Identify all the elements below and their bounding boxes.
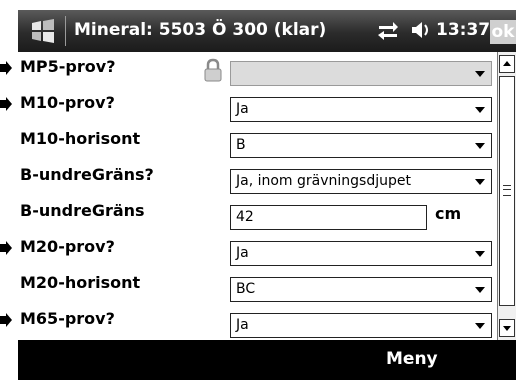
scroll-grip-icon [503,185,511,196]
field-label: M65-prov? [20,309,115,328]
title-bar: Mineral: 5503 Ö 300 (klar) 13:37 ok [18,10,516,52]
sync-icon[interactable] [376,19,400,41]
required-arrow-icon [0,61,12,75]
dropdown-arrow-icon[interactable] [475,143,485,149]
select-value: Ja, inom grävningsdjupet [236,173,411,189]
clock[interactable]: 13:37 [436,20,490,40]
dropdown-arrow-icon[interactable] [475,107,485,113]
select-field[interactable]: Ja [230,97,492,122]
form-row: M20-horisont BC [0,268,497,304]
select-value: Ja [236,245,249,261]
form-row: B-undreGräns? Ja, inom grävningsdjupet [0,160,497,196]
form-row: M10-prov? Ja [0,88,497,124]
title-divider [65,16,66,46]
required-arrow-icon [0,97,12,111]
field-label: B-undreGräns [20,201,145,220]
field-label: MP5-prov? [20,57,116,76]
dropdown-arrow-icon[interactable] [475,179,485,185]
field-label: M10-horisont [20,129,141,148]
select-field[interactable]: BC [230,277,492,302]
select-value: Ja [236,101,249,117]
ok-button[interactable]: ok [490,20,516,44]
form-row: M20-prov? Ja [0,232,497,268]
select-field[interactable]: Ja, inom grävningsdjupet [230,169,492,194]
form-row: B-undreGräns 42 cm [0,196,497,232]
status-area: 13:37 [376,19,490,41]
scroll-thumb[interactable] [499,76,515,306]
window-title: Mineral: 5503 Ö 300 (klar) [74,20,327,40]
required-arrow-icon [0,313,12,327]
select-value: Ja [236,317,249,333]
field-label: M20-prov? [20,237,115,256]
lock-icon [204,58,222,82]
select-value: BC [236,281,256,297]
scroll-down-button[interactable] [499,319,515,337]
text-input[interactable]: 42 [230,205,427,230]
form-row: MP5-prov? [0,52,497,88]
required-arrow-icon [0,241,12,255]
select-field[interactable]: Ja [230,313,492,338]
form-row: M10-horisont B [0,124,497,160]
menu-bar: Meny [18,340,516,380]
select-field[interactable]: Ja [230,241,492,266]
volume-icon[interactable] [410,19,432,41]
select-value: B [236,137,246,153]
dropdown-arrow-icon[interactable] [475,287,485,293]
dropdown-arrow-icon[interactable] [475,251,485,257]
unit-label: cm [435,204,462,223]
dropdown-arrow-icon[interactable] [475,71,485,77]
form-row: M65-prov? Ja [0,304,497,340]
menu-softkey[interactable]: Meny [386,349,438,369]
field-label: B-undreGräns? [20,165,154,184]
windows-start-icon[interactable] [30,18,56,44]
select-field[interactable]: B [230,133,492,158]
dropdown-arrow-icon[interactable] [475,323,485,329]
field-label: M10-prov? [20,93,115,112]
vertical-scrollbar[interactable] [497,52,516,340]
input-value: 42 [236,209,254,225]
form-panel: MP5-prov? M10-prov? Ja M10-horisont B B-undre… [0,52,516,340]
select-field [230,61,492,86]
field-label: M20-horisont [20,273,141,292]
scroll-up-button[interactable] [499,55,515,73]
